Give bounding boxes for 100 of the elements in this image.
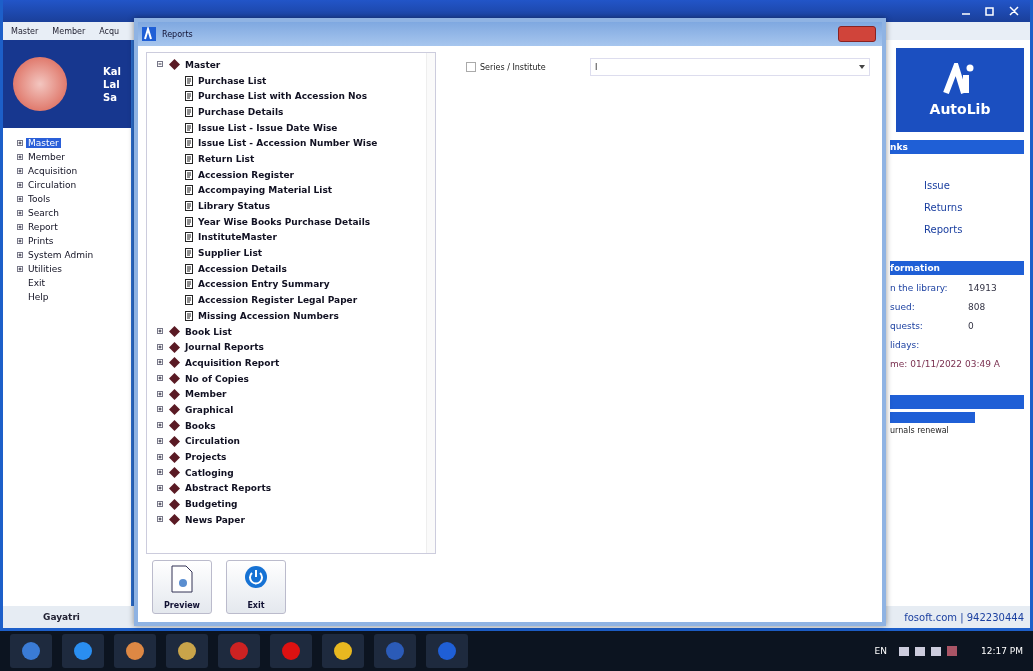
book-icon: [169, 341, 180, 353]
tree-item[interactable]: Purchase Details: [198, 106, 284, 117]
book-icon: [169, 357, 180, 369]
tree-item[interactable]: Purchase List: [198, 75, 267, 86]
nav-item[interactable]: Prints: [26, 236, 56, 246]
nav-item[interactable]: Acquisition: [26, 166, 80, 176]
tree-item[interactable]: Journal Reports: [185, 342, 264, 353]
expand-icon[interactable]: [157, 516, 164, 524]
info-value: 0: [968, 321, 974, 331]
quick-link[interactable]: Returns: [924, 202, 1024, 213]
quick-link[interactable]: Reports: [924, 224, 1024, 235]
preview-button[interactable]: Preview: [152, 560, 212, 614]
tree-item[interactable]: Circulation: [185, 436, 240, 447]
book-icon: [169, 388, 180, 400]
nav-item[interactable]: Master: [26, 138, 61, 148]
collapse-icon[interactable]: [157, 61, 164, 69]
nav-item[interactable]: Circulation: [26, 180, 79, 190]
book-icon: [169, 404, 180, 416]
report-icon: [185, 91, 193, 102]
expand-icon[interactable]: [157, 453, 164, 461]
tree-item[interactable]: Member: [185, 389, 227, 400]
tree-item[interactable]: Accession Register: [198, 169, 295, 180]
checkbox[interactable]: [466, 62, 476, 72]
tree-item[interactable]: Acquisition Report: [185, 357, 280, 368]
nav-item[interactable]: Tools: [26, 194, 53, 204]
menu-item[interactable]: Master: [11, 26, 39, 36]
expand-icon[interactable]: [157, 359, 164, 367]
nav-item[interactable]: Report: [26, 222, 60, 232]
language-indicator[interactable]: EN: [874, 646, 887, 656]
tree-item[interactable]: InstituteMaster: [198, 232, 277, 243]
tree-item[interactable]: Year Wise Books Purchase Details: [198, 216, 371, 227]
institute-dropdown[interactable]: I: [590, 58, 870, 76]
tree-item[interactable]: Accession Register Legal Paper: [198, 295, 358, 306]
expand-icon[interactable]: [157, 437, 164, 445]
info-value: 14913: [968, 283, 997, 293]
nav-item[interactable]: Member: [26, 152, 68, 162]
book-icon: [169, 435, 180, 447]
report-icon: [185, 263, 193, 274]
footer-contact: fosoft.com | 942230444: [904, 611, 1024, 623]
tree-item[interactable]: Purchase List with Accession Nos: [198, 91, 368, 102]
nav-item[interactable]: Exit: [26, 278, 48, 288]
quick-link[interactable]: Issue: [924, 180, 1024, 191]
clock[interactable]: 12:17 PM: [981, 646, 1023, 656]
tree-item[interactable]: Missing Accession Numbers: [198, 310, 339, 321]
menu-item[interactable]: Member: [52, 26, 86, 36]
tree-item[interactable]: Abstract Reports: [185, 483, 272, 494]
nav-item[interactable]: System Admin: [26, 250, 96, 260]
expand-icon[interactable]: [157, 390, 164, 398]
expand-icon[interactable]: [157, 484, 164, 492]
tree-item[interactable]: Issue List - Issue Date Wise: [198, 122, 338, 133]
login-time: me: 01/11/2022 03:49 A: [890, 359, 1001, 369]
tree-item[interactable]: Graphical: [185, 404, 234, 415]
tree-item[interactable]: Book List: [185, 326, 232, 337]
nav-item[interactable]: Utilities: [26, 264, 64, 274]
expand-icon[interactable]: [157, 375, 164, 383]
report-icon: [185, 153, 193, 164]
nav-item[interactable]: Search: [26, 208, 61, 218]
tree-item[interactable]: Books: [185, 420, 216, 431]
taskbar-app[interactable]: [62, 634, 104, 668]
taskbar-app[interactable]: [10, 634, 52, 668]
tree-item[interactable]: Issue List - Accession Number Wise: [198, 138, 378, 149]
taskbar-app[interactable]: [166, 634, 208, 668]
tree-item[interactable]: News Paper: [185, 514, 245, 525]
info-label: n the library:: [890, 283, 949, 293]
tree-item[interactable]: No of Copies: [185, 373, 249, 384]
tree-item[interactable]: Projects: [185, 452, 227, 463]
report-icon: [185, 310, 193, 321]
expand-icon[interactable]: [157, 406, 164, 414]
expand-icon[interactable]: [157, 343, 164, 351]
expand-icon[interactable]: [157, 500, 164, 508]
expand-icon[interactable]: [157, 422, 164, 430]
info-label: quests:: [890, 321, 924, 331]
tree-item[interactable]: Accompaying Material List: [198, 185, 333, 196]
tree-item[interactable]: Return List: [198, 153, 255, 164]
tree-item[interactable]: Budgeting: [185, 499, 238, 510]
report-icon: [185, 122, 193, 133]
book-icon: [169, 482, 180, 494]
book-icon: [169, 373, 180, 385]
scrollbar[interactable]: [426, 53, 435, 553]
expand-icon[interactable]: [157, 469, 164, 477]
app-icon: [142, 27, 156, 41]
tree-item[interactable]: Master: [185, 59, 221, 70]
tree-item[interactable]: Supplier List: [198, 248, 263, 259]
tree-item[interactable]: Catloging: [185, 467, 234, 478]
window-controls-icon[interactable]: [960, 6, 1020, 16]
taskbar-app[interactable]: [322, 634, 364, 668]
tree-item[interactable]: Library Status: [198, 201, 271, 212]
brand-name: AutoLib: [929, 101, 991, 117]
expand-icon[interactable]: [157, 328, 164, 336]
menu-item[interactable]: Acqu: [99, 26, 120, 36]
tree-item[interactable]: Accession Entry Summary: [198, 279, 330, 290]
book-icon: [169, 451, 180, 463]
book-icon: [169, 498, 180, 510]
report-icon: [185, 279, 193, 290]
exit-button[interactable]: Exit: [226, 560, 286, 614]
report-icon: [185, 138, 193, 149]
nav-item[interactable]: Help: [26, 292, 51, 302]
tree-item[interactable]: Accession Details: [198, 263, 287, 274]
taskbar-app[interactable]: [114, 634, 156, 668]
checkbox-label: Series / Institute: [480, 62, 547, 72]
